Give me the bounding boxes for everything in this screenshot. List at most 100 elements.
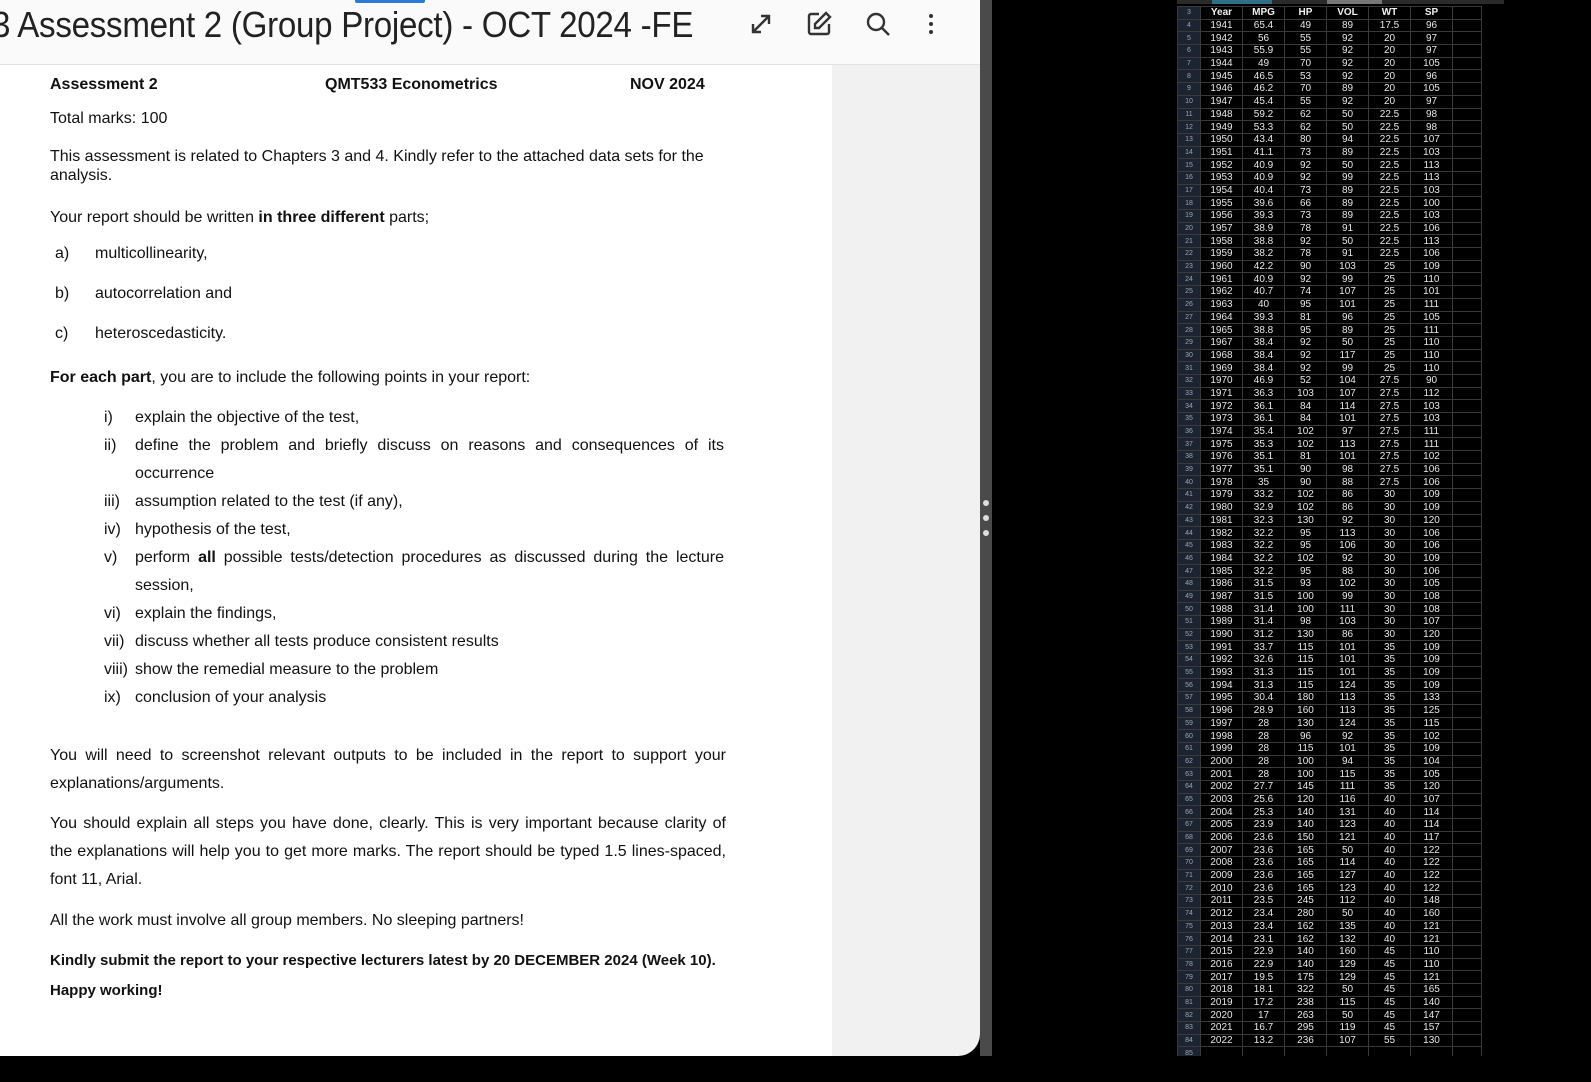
point-text-after: possible tests/detection procedures as d… [135,549,724,594]
table-cell: 92 [1284,361,1327,375]
search-icon[interactable] [860,8,896,40]
point-text: explain the findings, [135,605,277,622]
point-text: show the remedial measure to the problem [135,661,439,678]
table-cell: 40.9 [1242,158,1285,172]
empty-cell [1452,754,1482,769]
table-cell: 95 [1284,526,1327,540]
table-row: 58 1996 28.9 160 113 35 125 [1177,703,1482,718]
table-cell: 1995 [1200,691,1243,705]
table-cell: 107 [1410,132,1453,147]
table-cell: 1988 [1200,602,1243,616]
expand-diagonal-icon[interactable] [743,8,779,40]
table-cell: 109 [1410,500,1453,515]
table-cell: 1992 [1200,653,1243,667]
row-number: 6 [1177,44,1201,58]
table-cell: 105 [1410,56,1453,71]
table-cell: 31.3 [1242,678,1285,693]
table-row: 62 2000 28 100 94 35 104 [1177,754,1482,769]
table-cell: 27.5 [1368,399,1411,413]
row-number: 40 [1177,475,1201,490]
table-cell: 30 [1368,526,1411,540]
empty-cell [1452,703,1482,718]
row-number: 17 [1177,183,1201,198]
row-number: 32 [1177,373,1201,388]
table-cell: 38.4 [1242,348,1285,363]
row-number: 10 [1177,94,1201,109]
point-item: viii) show the remedial measure to the pr… [104,656,724,684]
table-cell: 100 [1284,602,1327,616]
table-cell: 111 [1326,779,1369,794]
closing-note: Happy working! [50,982,163,999]
table-cell: 110 [1410,335,1453,350]
table-cell: 92 [1326,729,1369,743]
table-cell: 22.5 [1368,158,1411,172]
table-cell: 2021 [1200,1021,1243,1035]
table-row: 17 1954 40.4 73 89 22.5 103 [1177,183,1482,198]
table-cell: 2018 [1200,982,1243,997]
table-cell: 31.4 [1242,615,1285,629]
table-cell: 111 [1410,437,1453,452]
table-cell: 27.5 [1368,386,1411,401]
table-cell: 31.3 [1242,665,1285,680]
row-number: 76 [1177,932,1201,946]
table-cell: 113 [1326,526,1369,540]
empty-cell [1452,1033,1482,1048]
split-view-drag-handle[interactable] [981,500,991,540]
table-cell: 28 [1242,729,1285,743]
more-vertical-icon[interactable] [913,8,949,40]
table-cell: 40 [1368,906,1411,921]
table-cell: 35 [1368,691,1411,705]
table-cell: 23.4 [1242,906,1285,921]
table-cell: 40 [1368,818,1411,832]
table-cell: 90 [1410,373,1453,388]
table-cell: 236 [1284,1033,1327,1048]
table-cell: 91 [1326,247,1369,261]
table-cell: 160 [1326,944,1369,959]
point-text: assumption related to the test (if any), [135,493,403,510]
edit-pencil-icon[interactable] [801,8,837,40]
table-cell: 55 [1284,31,1327,46]
table-cell: 113 [1326,691,1369,705]
table-cell: 1998 [1200,729,1243,743]
empty-cell [1452,856,1482,870]
table-row: 16 1953 40.9 92 99 22.5 113 [1177,170,1482,185]
table-cell: 22.5 [1368,120,1411,134]
table-cell: 30 [1368,564,1411,578]
table-row: 30 1968 38.4 92 117 25 110 [1177,348,1482,363]
table-cell: 2019 [1200,995,1243,1010]
row-number: 62 [1177,754,1201,769]
table-cell: 165 [1284,881,1327,896]
table-cell: 35.1 [1242,462,1285,477]
part-label: c) [55,325,69,342]
table-cell: 109 [1410,640,1453,655]
table-cell: 99 [1326,589,1369,604]
total-marks: Total marks: 100 [50,110,168,127]
table-cell: 46.2 [1242,82,1285,96]
table-cell: 115 [1284,640,1327,655]
table-cell: 30 [1368,576,1411,591]
empty-cell [1452,56,1482,71]
table-cell: 45 [1368,957,1411,972]
table-cell: 74 [1284,285,1327,299]
table-cell: 98 [1284,615,1327,629]
table-cell: 1983 [1200,538,1243,553]
table-row: 76 2014 23.1 162 132 40 121 [1177,932,1482,946]
table-cell: 22.5 [1368,221,1411,236]
table-cell: 140 [1284,944,1327,959]
table-cell: 1990 [1200,627,1243,642]
empty-cell [1452,894,1482,908]
table-cell: 27.5 [1368,462,1411,477]
table-cell: 41.1 [1242,145,1285,160]
table-cell: 97 [1410,31,1453,46]
table-row: 6 1943 55.9 55 92 20 97 [1177,44,1482,58]
table-cell: 109 [1410,678,1453,693]
parts-intro-bold: in three different [258,209,385,226]
table-cell: 22.5 [1368,107,1411,122]
row-number: 7 [1177,56,1201,71]
row-number: 29 [1177,335,1201,350]
table-cell: 1977 [1200,462,1243,477]
table-row: 31 1969 38.4 92 99 25 110 [1177,361,1482,375]
table-cell: 1953 [1200,170,1243,185]
table-cell: 123 [1326,818,1369,832]
row-number: 19 [1177,209,1201,223]
